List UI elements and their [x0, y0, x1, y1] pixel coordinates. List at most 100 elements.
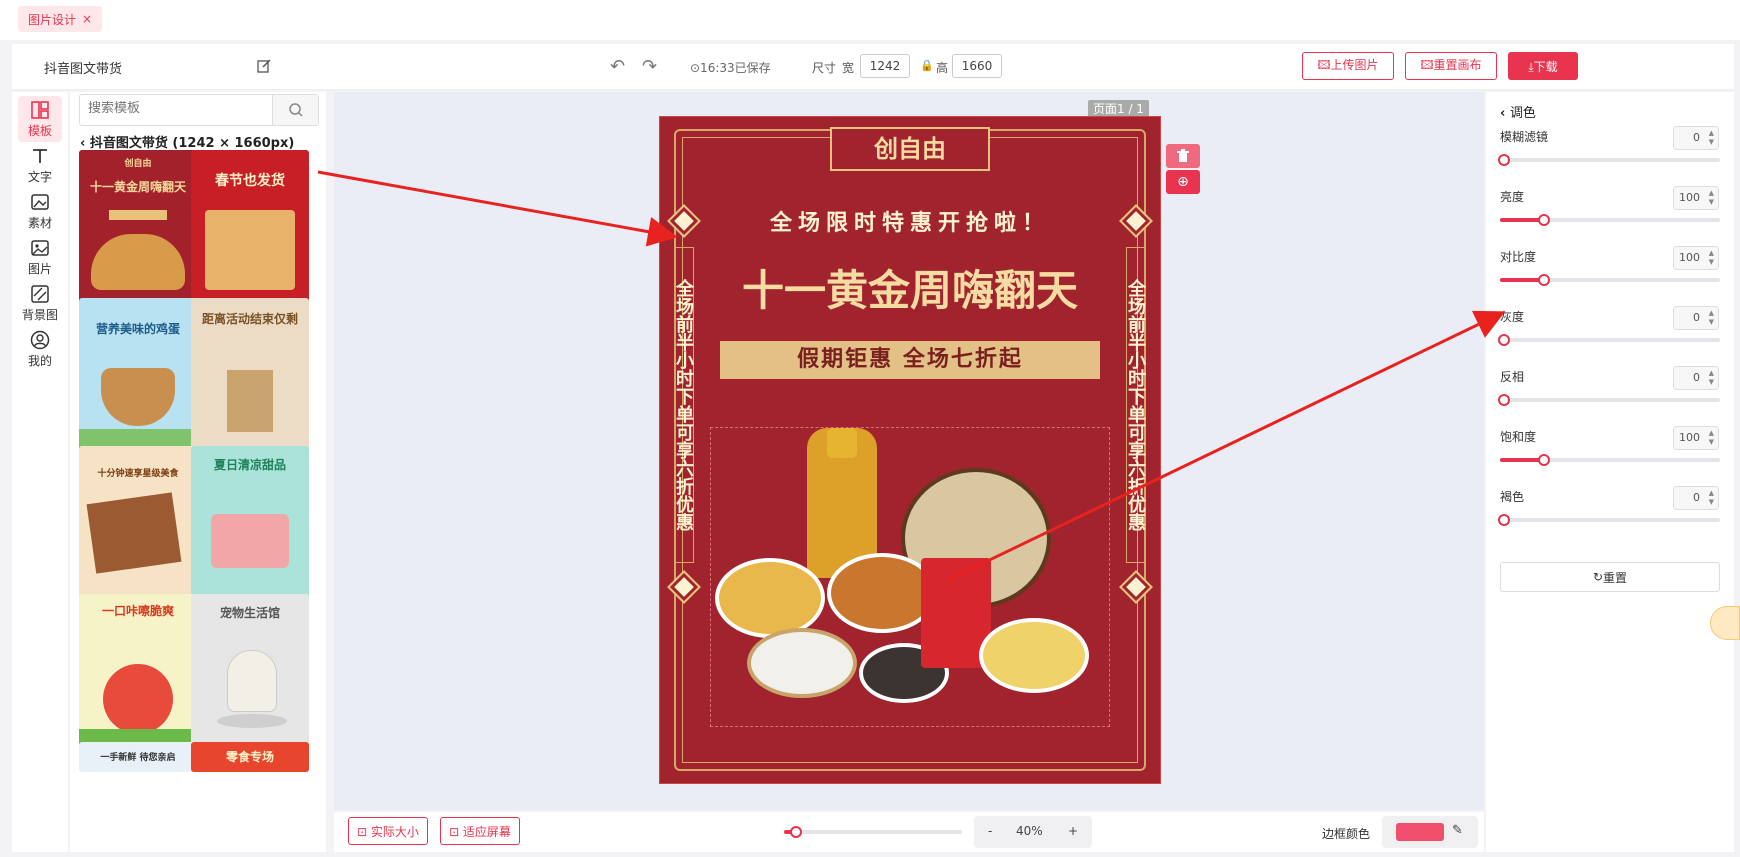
- fit-screen-button[interactable]: ⊡ 适应屏幕: [440, 817, 520, 845]
- search-button[interactable]: [272, 95, 318, 125]
- rail-item-template[interactable]: 模板: [18, 100, 62, 139]
- zoom-slider-handle[interactable]: [790, 826, 803, 838]
- reset-adjust-button[interactable]: ↻ 重置: [1500, 562, 1720, 592]
- undo-icon[interactable]: ↶: [610, 56, 625, 77]
- template-thumb[interactable]: 距离活动结束仅剩: [191, 298, 309, 453]
- poster-headline[interactable]: 十一黄金周嗨翻天: [660, 257, 1160, 318]
- template-thumb[interactable]: 十分钟速享星级美食: [79, 446, 197, 601]
- assistant-bot-icon[interactable]: [1710, 606, 1740, 640]
- border-color-label: 边框颜色: [1322, 827, 1371, 841]
- rail-item-background[interactable]: 背景图: [18, 284, 62, 323]
- actual-size-button[interactable]: ⊡ 实际大小: [348, 817, 428, 845]
- adjust-value: 100: [1679, 191, 1700, 204]
- spinner-icon[interactable]: ▲ ▼: [1709, 489, 1714, 507]
- template-thumb-title: 十一黄金周嗨翻天: [89, 180, 186, 194]
- template-thumb[interactable]: 创自由 十一黄金周嗨翻天: [79, 150, 197, 305]
- adjust-slider-handle[interactable]: [1537, 454, 1550, 466]
- upload-image-button[interactable]: 🖾上传图片: [1302, 52, 1394, 80]
- plus-circle-icon: ⊕: [1177, 174, 1189, 190]
- adjust-slider-handle[interactable]: [1537, 274, 1550, 286]
- height-input[interactable]: 1660: [952, 54, 1002, 78]
- adjust-number-input[interactable]: 0 ▲ ▼: [1673, 486, 1719, 510]
- adjust-value: 100: [1679, 431, 1700, 444]
- edit-icon[interactable]: [256, 58, 272, 74]
- template-thumb[interactable]: 零食专场: [191, 742, 309, 772]
- poster-banner[interactable]: 假期钜惠 全场七折起: [720, 341, 1100, 379]
- template-thumb[interactable]: 营养美味的鸡蛋: [79, 298, 197, 453]
- adjust-number-input[interactable]: 100 ▲ ▼: [1673, 186, 1719, 210]
- adjust-slider-handle[interactable]: [1498, 394, 1510, 406]
- zoom-slider[interactable]: [784, 826, 962, 838]
- search-input[interactable]: [88, 101, 268, 116]
- adjust-slider[interactable]: [1498, 514, 1720, 526]
- redo-icon[interactable]: ↷: [642, 56, 657, 77]
- template-thumb[interactable]: 夏日清凉甜品: [191, 446, 309, 601]
- width-input[interactable]: 1242: [860, 54, 910, 78]
- zoom-out-button[interactable]: -: [988, 824, 992, 838]
- template-thumb[interactable]: 春节也发货: [191, 150, 309, 305]
- adjust-slider[interactable]: [1500, 454, 1720, 466]
- rail-item-label: 素材: [27, 216, 52, 230]
- adjust-number-input[interactable]: 0 ▲ ▼: [1673, 306, 1719, 330]
- template-thumb[interactable]: 一手新鲜 待您亲启: [79, 742, 197, 772]
- spinner-icon[interactable]: ▲ ▼: [1709, 369, 1714, 387]
- spinner-icon[interactable]: ▲ ▼: [1709, 429, 1714, 447]
- zoom-in-button[interactable]: +: [1068, 824, 1078, 838]
- rail-item-label: 我的: [27, 354, 52, 368]
- adjust-slider[interactable]: [1498, 334, 1720, 346]
- poster-brand[interactable]: 创自由: [830, 127, 990, 171]
- poster-side-left[interactable]: 全场前半小时下单可享六折优惠: [673, 247, 694, 563]
- tab-label: 图片设计: [28, 12, 77, 27]
- eyedropper-icon[interactable]: ✎: [1452, 823, 1463, 838]
- template-thumb-title: 夏日清凉甜品: [213, 458, 286, 472]
- template-thumb-title: 春节也发货: [215, 173, 285, 189]
- adjust-slider[interactable]: [1500, 214, 1720, 226]
- adjust-slider-handle[interactable]: [1498, 154, 1510, 166]
- adjust-number-input[interactable]: 0 ▲ ▼: [1673, 366, 1719, 390]
- add-element-button[interactable]: ⊕: [1166, 170, 1200, 194]
- template-thumb-title: 宠物生活馆: [219, 606, 280, 620]
- rail-item-material[interactable]: 素材: [18, 192, 62, 231]
- reset-canvas-button[interactable]: 🖾重置画布: [1405, 52, 1497, 80]
- border-color-swatch[interactable]: [1396, 823, 1444, 841]
- adjust-slider-handle[interactable]: [1498, 334, 1510, 346]
- trash-icon: [1177, 149, 1189, 162]
- spinner-icon[interactable]: ▲ ▼: [1709, 309, 1714, 327]
- template-thumb[interactable]: 一口咔嚓脆爽: [79, 594, 197, 749]
- adjust-slider[interactable]: [1498, 154, 1720, 166]
- spinner-icon[interactable]: ▲ ▼: [1709, 129, 1714, 147]
- spinner-icon[interactable]: ▲ ▼: [1709, 249, 1714, 267]
- tab-image-design[interactable]: 图片设计 ×: [18, 6, 103, 32]
- adjust-slider[interactable]: [1498, 394, 1720, 406]
- adjust-number-input[interactable]: 100 ▲ ▼: [1673, 246, 1719, 270]
- template-thumb[interactable]: 宠物生活馆: [191, 594, 309, 749]
- height-label: 高: [936, 61, 949, 75]
- download-button[interactable]: ⤓下载: [1508, 52, 1578, 80]
- spinner-icon[interactable]: ▲ ▼: [1709, 189, 1714, 207]
- adjust-number-input[interactable]: 100 ▲ ▼: [1673, 426, 1719, 450]
- back-chevron-icon[interactable]: ‹: [1500, 106, 1510, 121]
- rail-item-mine[interactable]: 我的: [18, 330, 62, 369]
- template-thumb-title: 距离活动结束仅剩: [201, 312, 298, 326]
- adjust-number-input[interactable]: 0 ▲ ▼: [1673, 126, 1719, 150]
- poster-subtitle[interactable]: 全场限时特惠开抢啦！: [660, 205, 1160, 237]
- product-image-selection[interactable]: [710, 427, 1110, 727]
- adjust-label: 模糊滤镜: [1500, 130, 1549, 144]
- border-color-picker[interactable]: ✎: [1382, 816, 1478, 848]
- tab-close-icon[interactable]: ×: [82, 12, 92, 26]
- rail-item-image[interactable]: 图片: [18, 238, 62, 277]
- adjust-panel-title[interactable]: ‹ 调色: [1500, 102, 1536, 121]
- adjust-slider-handle[interactable]: [1498, 514, 1510, 526]
- template-category-title[interactable]: ‹ 抖音图文带货 (1242 × 1660px): [80, 132, 294, 151]
- template-panel: ‹ 抖音图文带货 (1242 × 1660px) 创自由 十一黄金周嗨翻天 春节…: [70, 92, 326, 852]
- poster-canvas[interactable]: 创自由 全场限时特惠开抢啦！ 十一黄金周嗨翻天 假期钜惠 全场七折起 全场前半小…: [660, 117, 1160, 783]
- adjust-slider-handle[interactable]: [1537, 214, 1550, 226]
- poster-side-right[interactable]: 全场前半小时下单可享六折优惠: [1125, 247, 1146, 563]
- save-status: ⊙16:33已保存: [690, 61, 771, 75]
- adjust-label: 反相: [1500, 370, 1525, 384]
- adjust-slider[interactable]: [1500, 274, 1720, 286]
- delete-element-button[interactable]: [1166, 144, 1200, 168]
- lock-icon[interactable]: 🔒: [920, 59, 934, 72]
- back-chevron-icon[interactable]: ‹: [80, 136, 90, 151]
- rail-item-text[interactable]: 文字: [18, 146, 62, 185]
